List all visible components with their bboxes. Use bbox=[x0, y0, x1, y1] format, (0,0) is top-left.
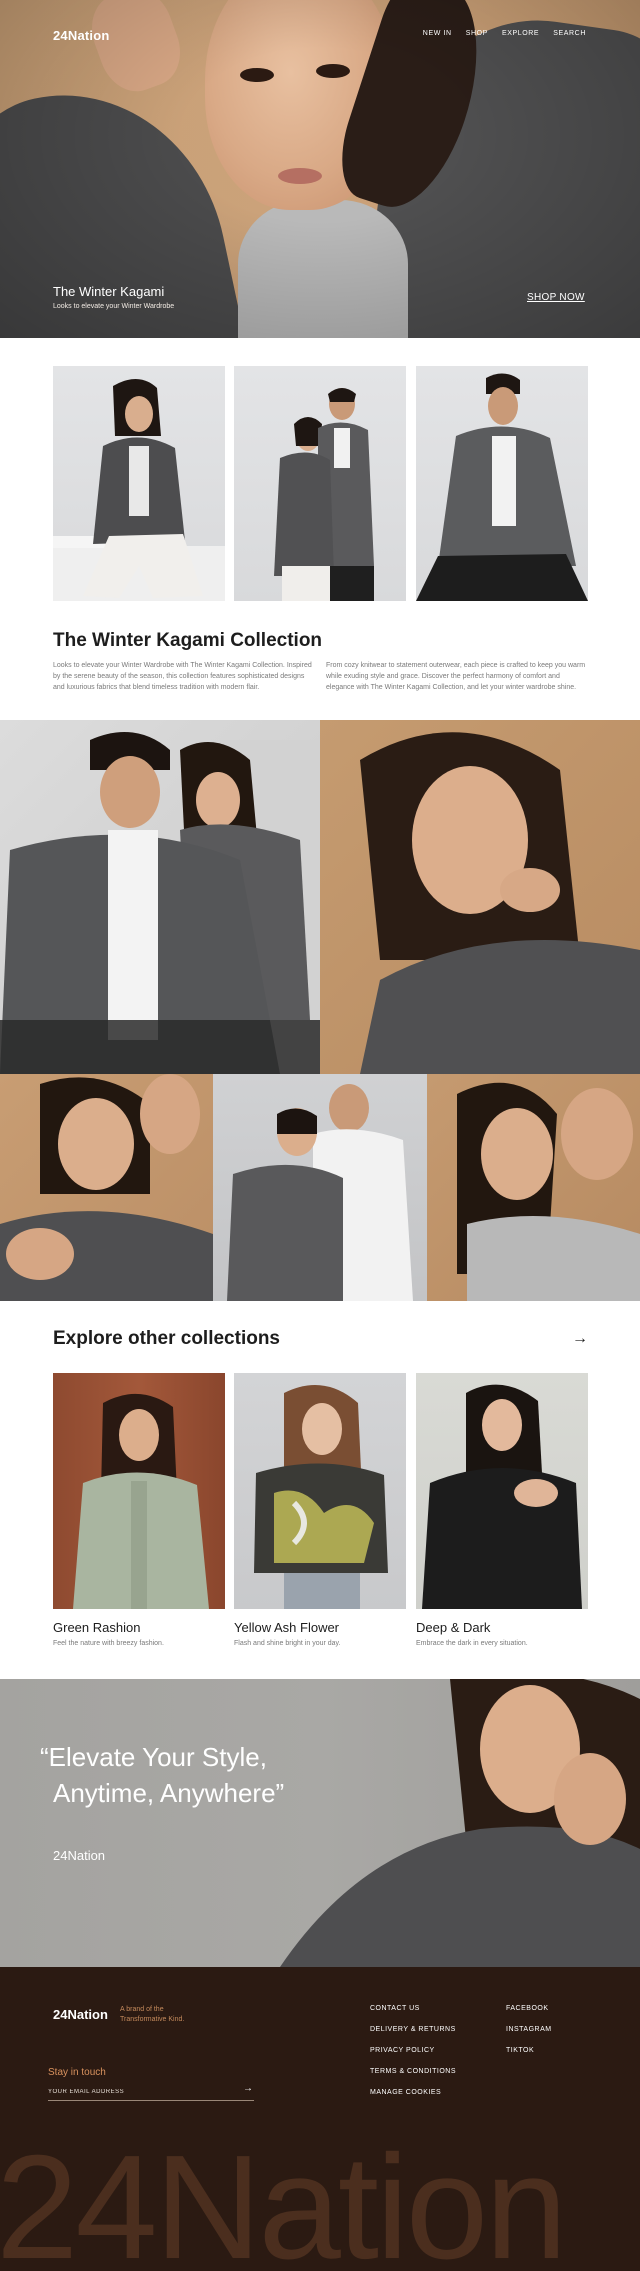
footer-link-terms-conditions[interactable]: TERMS & CONDITIONS bbox=[370, 2068, 456, 2075]
collection-photo-man-seated[interactable] bbox=[416, 366, 588, 601]
quote-text: “Elevate Your Style, Anytime, Anywhere” bbox=[40, 1739, 284, 1811]
nav-item-new-in[interactable]: NEW IN bbox=[423, 30, 452, 37]
collection-card-green-rashion[interactable] bbox=[53, 1373, 225, 1609]
hero-subtitle: Looks to elevate your Winter Wardrobe bbox=[53, 303, 175, 310]
quote-author: 24Nation bbox=[53, 1848, 106, 1863]
explore-title: Explore other collections bbox=[53, 1328, 280, 1349]
footer-link-contact-us[interactable]: CONTACT US bbox=[370, 2005, 456, 2012]
collection-description-left: Looks to elevate your Winter Wardrobe wi… bbox=[53, 662, 312, 691]
footer-logo[interactable]: 24Nation bbox=[53, 2007, 108, 2022]
mosaic-photo-woman-portrait bbox=[320, 720, 640, 1074]
footer-tagline-line-2: Transformative Kind. bbox=[120, 2016, 185, 2023]
footer-link-delivery-returns[interactable]: DELIVERY & RETURNS bbox=[370, 2026, 456, 2033]
collection-desc-deep-and-dark: Embrace the dark in every situation. bbox=[416, 1640, 528, 1647]
mosaic-photo-woman-hands bbox=[0, 1074, 213, 1301]
footer-link-manage-cookies[interactable]: MANAGE COOKIES bbox=[370, 2089, 456, 2096]
collection-description-right: From cozy knitwear to statement outerwea… bbox=[326, 662, 586, 691]
footer-link-tiktok[interactable]: TIKTOK bbox=[506, 2047, 552, 2054]
footer-links-social: FACEBOOK INSTAGRAM TIKTOK bbox=[506, 2005, 552, 2054]
collection-name-yellow-ash-flower[interactable]: Yellow Ash Flower bbox=[234, 1620, 339, 1635]
collection-photo-couple-standing[interactable] bbox=[234, 366, 406, 601]
footer-link-instagram[interactable]: INSTAGRAM bbox=[506, 2026, 552, 2033]
email-submit-arrow-icon[interactable]: → bbox=[243, 2083, 253, 2094]
nav-item-explore[interactable]: EXPLORE bbox=[502, 30, 539, 37]
explore-arrow-icon[interactable]: → bbox=[572, 1330, 588, 1348]
site-footer: 24Nation A brand of the Transformative K… bbox=[0, 1967, 640, 2271]
nav-links: NEW IN SHOP EXPLORE SEARCH bbox=[423, 30, 586, 37]
top-navigation: 24Nation NEW IN SHOP EXPLORE SEARCH bbox=[0, 0, 640, 70]
footer-big-wordmark: 24Nation bbox=[0, 2125, 567, 2271]
collection-photo-woman-seated[interactable] bbox=[53, 366, 225, 601]
collection-card-deep-and-dark[interactable] bbox=[416, 1373, 588, 1609]
collection-name-green-rashion[interactable]: Green Rashion bbox=[53, 1620, 140, 1635]
footer-tagline-line-1: A brand of the bbox=[120, 2006, 164, 2013]
footer-link-privacy-policy[interactable]: PRIVACY POLICY bbox=[370, 2047, 456, 2054]
footer-link-facebook[interactable]: FACEBOOK bbox=[506, 2005, 552, 2012]
hero-banner: 24Nation NEW IN SHOP EXPLORE SEARCH The … bbox=[0, 0, 640, 338]
footer-links-support: CONTACT US DELIVERY & RETURNS PRIVACY PO… bbox=[370, 2005, 456, 2096]
email-field[interactable] bbox=[48, 2087, 254, 2101]
collection-desc-green-rashion: Feel the nature with breezy fashion. bbox=[53, 1640, 164, 1647]
collection-desc-yellow-ash-flower: Flash and shine bright in your day. bbox=[234, 1640, 341, 1647]
hero-title: The Winter Kagami bbox=[53, 284, 165, 299]
nav-item-search[interactable]: SEARCH bbox=[553, 30, 586, 37]
collection-name-deep-and-dark[interactable]: Deep & Dark bbox=[416, 1620, 490, 1635]
quote-line-1: “Elevate Your Style, bbox=[40, 1742, 267, 1772]
quote-banner: “Elevate Your Style, Anytime, Anywhere” … bbox=[0, 1679, 640, 1967]
mosaic-photo-couple bbox=[0, 720, 320, 1074]
footer-tagline: A brand of the Transformative Kind. bbox=[120, 2005, 184, 2025]
collection-title: The Winter Kagami Collection bbox=[53, 630, 323, 651]
mosaic-photo-woman-profile bbox=[427, 1074, 640, 1301]
mosaic-photo-couple-embrace bbox=[213, 1074, 427, 1301]
stay-in-touch-label: Stay in touch bbox=[48, 2067, 106, 2078]
quote-banner-photo bbox=[280, 1679, 640, 1967]
nav-item-shop[interactable]: SHOP bbox=[466, 30, 488, 37]
shop-now-link[interactable]: SHOP NOW bbox=[527, 292, 585, 303]
brand-logo[interactable]: 24Nation bbox=[53, 28, 110, 43]
quote-line-2: Anytime, Anywhere” bbox=[53, 1778, 285, 1808]
collection-card-yellow-ash-flower[interactable] bbox=[234, 1373, 406, 1609]
